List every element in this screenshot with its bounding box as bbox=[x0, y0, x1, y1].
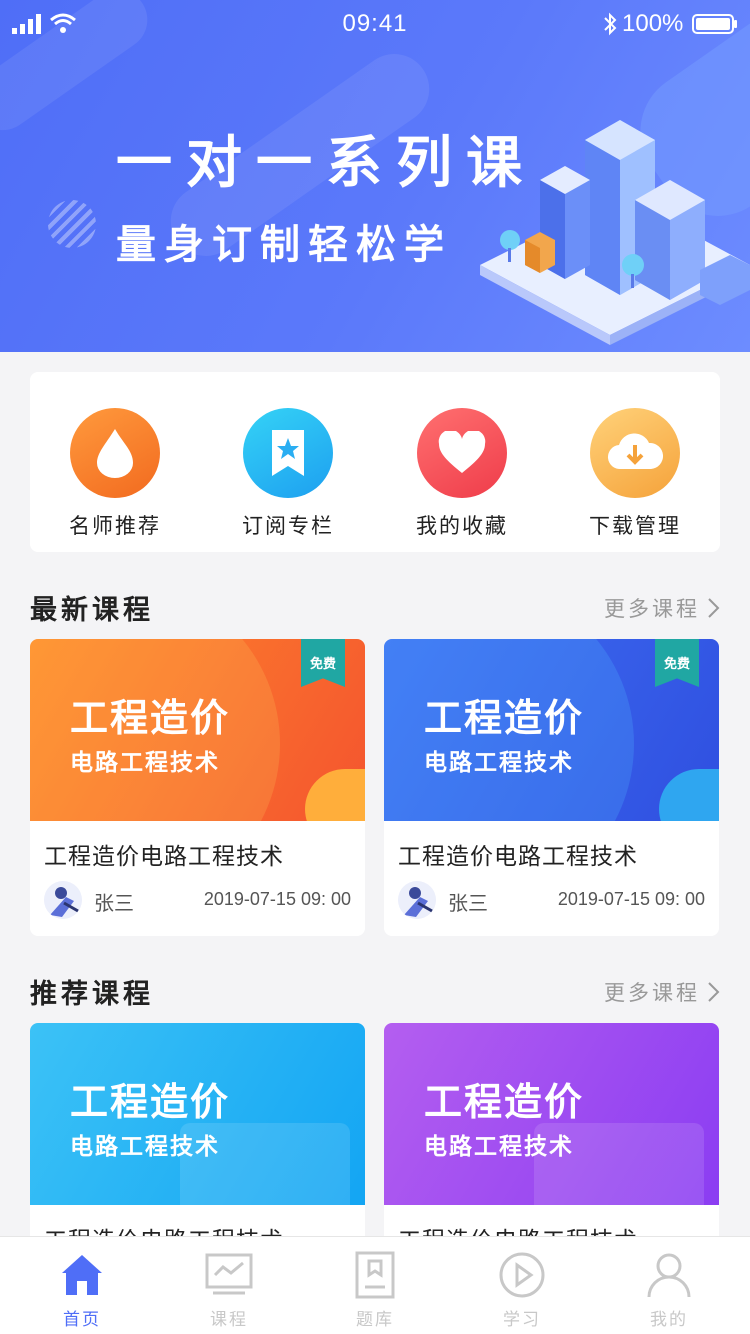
battery-percent: 100% bbox=[622, 10, 684, 37]
bookmark-star-icon bbox=[243, 408, 333, 498]
chevron-right-icon bbox=[708, 598, 720, 618]
tab-label: 题库 bbox=[356, 1310, 394, 1330]
quick-item-teacher-recommend[interactable]: 名师推荐 bbox=[55, 408, 175, 540]
course-cover: 工程造价 电路工程技术 bbox=[30, 1023, 365, 1205]
cover-decoration bbox=[659, 769, 719, 821]
avatar bbox=[44, 881, 82, 919]
avatar bbox=[398, 881, 436, 919]
question-bank-icon bbox=[355, 1251, 395, 1299]
flame-icon bbox=[70, 408, 160, 498]
battery-icon bbox=[692, 14, 737, 34]
quick-item-label: 名师推荐 bbox=[69, 514, 161, 538]
cover-subtitle: 电路工程技术 bbox=[424, 1134, 574, 1160]
user-icon bbox=[647, 1253, 691, 1298]
tab-bar: 首页 课程 题库 学习 我的 bbox=[0, 1236, 750, 1334]
free-badge: 免费 bbox=[301, 639, 345, 687]
tab-label: 首页 bbox=[63, 1310, 101, 1330]
chevron-right-icon bbox=[708, 982, 720, 1002]
quick-item-label: 下载管理 bbox=[589, 514, 681, 538]
latest-section-title: 最新课程 bbox=[30, 595, 154, 626]
tab-home[interactable]: 首页 bbox=[7, 1237, 157, 1334]
more-link-label: 更多课程 bbox=[604, 981, 700, 1005]
tab-question-bank[interactable]: 题库 bbox=[300, 1237, 450, 1334]
banner[interactable]: 09:41 100% 一对一系列课 量身订制轻松学 bbox=[0, 0, 750, 352]
status-bar: 09:41 100% bbox=[0, 0, 750, 48]
cover-decoration bbox=[305, 769, 365, 821]
quick-menu: 名师推荐 订阅专栏 我的收藏 下载管理 bbox=[30, 372, 720, 552]
free-badge: 免费 bbox=[655, 639, 699, 687]
course-meta: 张三 2019-07-15 09: 00 bbox=[398, 881, 705, 919]
course-name: 工程造价电路工程技术 bbox=[44, 844, 284, 870]
tab-mine[interactable]: 我的 bbox=[594, 1237, 744, 1334]
course-date: 2019-07-15 09: 00 bbox=[203, 889, 351, 909]
heart-icon bbox=[417, 408, 507, 498]
more-link-label: 更多课程 bbox=[604, 597, 700, 621]
cover-title: 工程造价 bbox=[424, 696, 585, 740]
course-icon bbox=[205, 1253, 253, 1295]
cover-subtitle: 电路工程技术 bbox=[424, 750, 574, 776]
tab-label: 课程 bbox=[210, 1310, 248, 1330]
course-date: 2019-07-15 09: 00 bbox=[557, 889, 705, 909]
cloud-download-icon bbox=[590, 408, 680, 498]
course-name: 工程造价电路工程技术 bbox=[398, 844, 638, 870]
banner-decoration bbox=[48, 200, 96, 248]
quick-item-label: 订阅专栏 bbox=[242, 514, 334, 538]
course-meta: 张三 2019-07-15 09: 00 bbox=[44, 881, 351, 919]
course-cover: 工程造价 电路工程技术 bbox=[384, 1023, 719, 1205]
banner-subtitle: 量身订制轻松学 bbox=[116, 222, 452, 268]
course-card[interactable]: 工程造价 电路工程技术 免费 工程造价电路工程技术 张三 2019-07-15 … bbox=[30, 639, 365, 936]
quick-item-download-manager[interactable]: 下载管理 bbox=[575, 408, 695, 540]
cover-title: 工程造价 bbox=[424, 1080, 585, 1124]
recommended-section-title: 推荐课程 bbox=[30, 979, 154, 1010]
city-illustration bbox=[480, 120, 750, 345]
recommended-more-link[interactable]: 更多课程 bbox=[604, 977, 720, 1007]
latest-more-link[interactable]: 更多课程 bbox=[604, 593, 720, 623]
cover-title: 工程造价 bbox=[70, 696, 231, 740]
quick-item-subscribe-column[interactable]: 订阅专栏 bbox=[228, 408, 348, 540]
cover-subtitle: 电路工程技术 bbox=[70, 1134, 220, 1160]
course-author: 张三 bbox=[448, 891, 488, 915]
tab-courses[interactable]: 课程 bbox=[154, 1237, 304, 1334]
course-cover: 工程造价 电路工程技术 免费 bbox=[30, 639, 365, 821]
course-author: 张三 bbox=[94, 891, 134, 915]
course-card[interactable]: 工程造价 电路工程技术 免费 工程造价电路工程技术 张三 2019-07-15 … bbox=[384, 639, 719, 936]
tab-label: 学习 bbox=[503, 1310, 541, 1330]
tab-label: 我的 bbox=[650, 1310, 688, 1330]
play-icon bbox=[499, 1252, 545, 1298]
home-icon bbox=[62, 1255, 102, 1295]
course-cover: 工程造价 电路工程技术 免费 bbox=[384, 639, 719, 821]
cover-subtitle: 电路工程技术 bbox=[70, 750, 220, 776]
quick-item-my-favorites[interactable]: 我的收藏 bbox=[402, 408, 522, 540]
tab-study[interactable]: 学习 bbox=[447, 1237, 597, 1334]
quick-item-label: 我的收藏 bbox=[416, 514, 508, 538]
cover-title: 工程造价 bbox=[70, 1080, 231, 1124]
bluetooth-icon bbox=[604, 12, 617, 36]
